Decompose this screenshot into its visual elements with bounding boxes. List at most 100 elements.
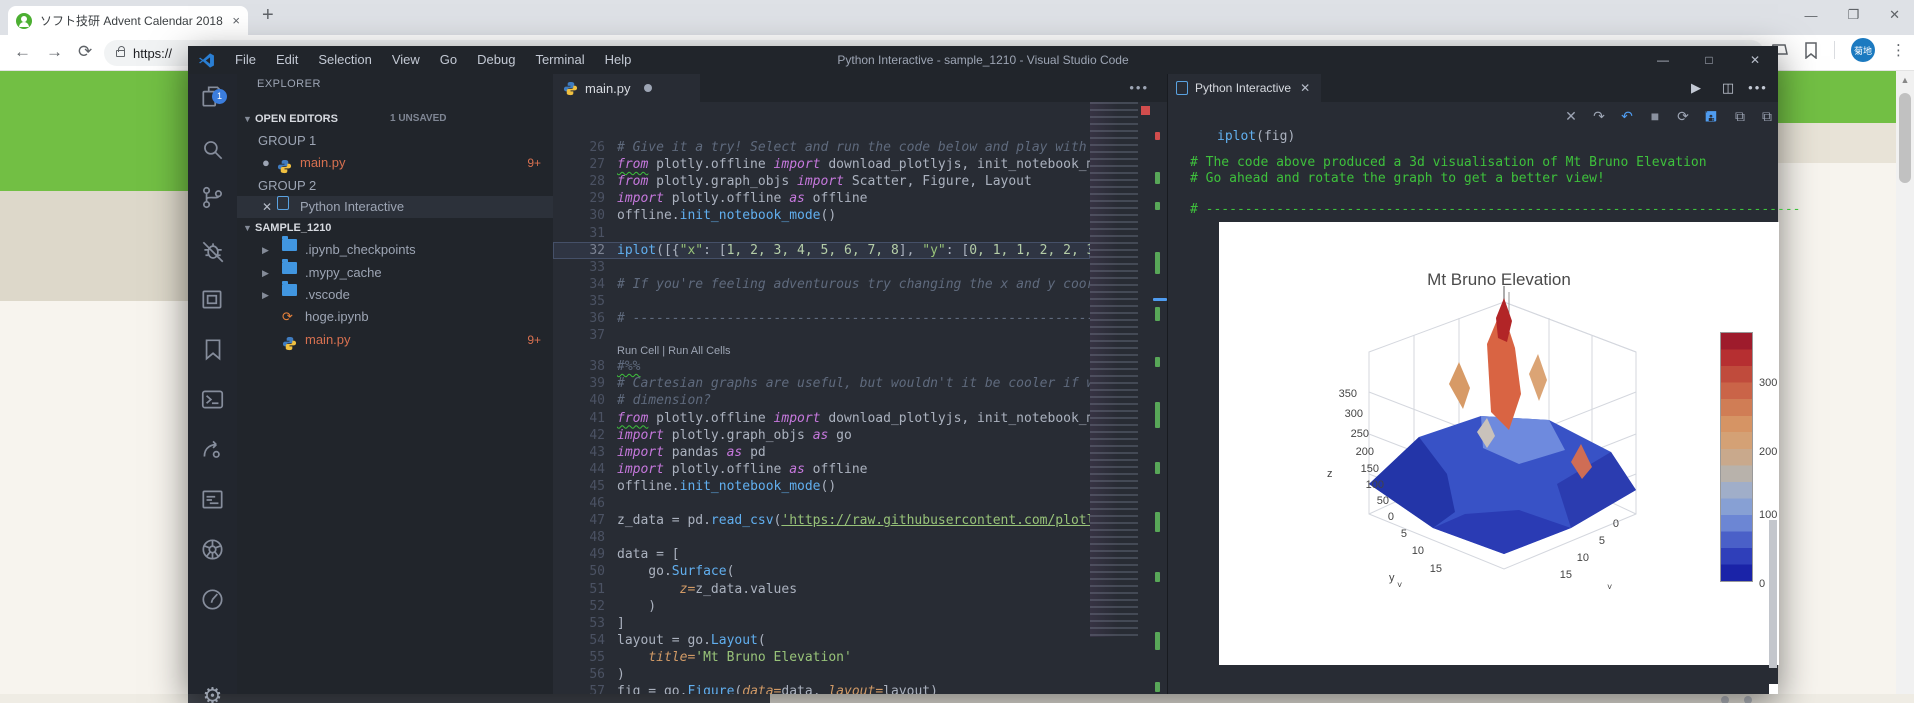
chrome-window-controls: — ❐ ✕	[1804, 0, 1914, 30]
code-line-35: 35	[553, 293, 1090, 310]
line-number: 28	[589, 174, 605, 190]
window-icon[interactable]	[199, 286, 226, 313]
plotly-chart[interactable]: Mt Bruno Elevation z y ˅ ˅ 350 300 250 2…	[1219, 222, 1779, 665]
menu-go[interactable]: Go	[430, 46, 467, 74]
vscode-minimize-button[interactable]: —	[1640, 46, 1686, 74]
sidebar-item--vscode[interactable]: ▶ .vscode	[237, 281, 553, 306]
tab-close-icon[interactable]: ×	[232, 13, 240, 28]
gear-icon[interactable]: ⚙	[199, 682, 226, 703]
sidebar-item-main-py[interactable]: main.py 9+	[237, 329, 553, 351]
save-icon[interactable]: 🖪	[1698, 102, 1724, 130]
axis-arrow-icon: ˅	[1607, 582, 1613, 592]
code-line-39: 39 # Cartesian graphs are useful, but wou…	[553, 375, 1090, 392]
y-axis-arrow-label: y	[1389, 572, 1395, 584]
kubernetes-icon[interactable]	[199, 536, 226, 563]
tab-close-icon[interactable]: ✕	[1300, 81, 1310, 95]
vscode-maximize-button[interactable]: □	[1686, 46, 1732, 74]
chrome-minimize-button[interactable]: —	[1804, 8, 1817, 23]
ruler-mark	[1155, 202, 1160, 210]
tab-label: main.py	[585, 80, 631, 96]
sidebar-item--ipynb-checkpoints[interactable]: ▶ .ipynb_checkpoints	[237, 236, 553, 261]
export-icon[interactable]: ⧉	[1727, 102, 1753, 130]
export-all-icon[interactable]: ⧉	[1754, 102, 1780, 130]
scroll-up-icon[interactable]: ▲	[1896, 75, 1914, 85]
z-axis-tick: 50	[1376, 495, 1389, 507]
vscode-close-button[interactable]: ✕	[1732, 46, 1778, 74]
profile-avatar[interactable]: 菊地	[1851, 38, 1875, 62]
forward-button[interactable]: →	[46, 42, 63, 62]
sidebar-item-main-py[interactable]: ● main.py 9+	[237, 152, 553, 174]
item-label: .ipynb_checkpoints	[305, 242, 416, 257]
output-icon[interactable]	[199, 486, 226, 513]
chevron-icon: ▼	[243, 114, 252, 124]
sidebar-item-group-2[interactable]: GROUP 2	[237, 175, 553, 197]
line-number: 34	[589, 276, 605, 292]
page-dot	[1721, 696, 1729, 703]
new-tab-button[interactable]: +	[262, 4, 274, 27]
activity-bar: 1 ⚙	[188, 74, 237, 703]
terminal-icon[interactable]	[199, 386, 226, 413]
source-control-icon[interactable]	[199, 184, 226, 211]
restart-icon[interactable]: ⟳	[1670, 102, 1696, 130]
unsaved-count: 1 UNSAVED	[390, 113, 447, 124]
split-editor-icon[interactable]: ◫	[1714, 74, 1742, 102]
tab-main-py[interactable]: main.py	[553, 74, 700, 102]
line-number: 32	[589, 242, 605, 258]
undo-icon[interactable]: ↶	[1614, 102, 1640, 130]
back-button[interactable]: ←	[14, 42, 31, 62]
menu-debug[interactable]: Debug	[467, 46, 525, 74]
bookmark-icon[interactable]	[1804, 41, 1818, 59]
panel-more-icon[interactable]: •••	[1744, 74, 1772, 102]
debug-icon[interactable]	[199, 238, 226, 265]
codelens-run-cell[interactable]: Run Cell | Run All Cells	[617, 344, 731, 358]
browser-tab[interactable]: ソフト技研 Advent Calendar 2018 ×	[8, 6, 248, 35]
gauge-icon[interactable]	[199, 586, 226, 613]
chrome-close-button[interactable]: ✕	[1889, 7, 1900, 23]
code-line-43: 43 import pandas as pd	[553, 444, 1090, 461]
menu-file[interactable]: File	[225, 46, 266, 74]
code-line-55: 55 title='Mt Bruno Elevation'	[553, 649, 1090, 666]
tab-python-interactive[interactable]: Python Interactive ✕	[1168, 74, 1321, 102]
vscode-title-bar[interactable]: File Edit Selection View Go Debug Terminal Help…	[188, 46, 1778, 74]
section-open-editors[interactable]: ▼ OPEN EDITORS 1 UNSAVED	[237, 108, 553, 130]
stop-icon[interactable]: ■	[1642, 102, 1668, 130]
line-number: 26	[589, 140, 605, 155]
browser-scrollbar[interactable]: ▲	[1896, 71, 1914, 703]
code-line-51: 51 z=z_data.values	[553, 581, 1090, 598]
item-label: GROUP 2	[258, 178, 317, 193]
menu-view[interactable]: View	[382, 46, 430, 74]
ruler-mark	[1155, 402, 1160, 428]
colorbar-tick: 200	[1759, 446, 1778, 458]
line-number: 49	[589, 547, 605, 563]
y-axis-tick: 15	[1559, 569, 1572, 581]
run-below-icon[interactable]: ▶	[1682, 74, 1710, 102]
run-share-icon[interactable]	[199, 436, 226, 463]
sidebar-item-group-1[interactable]: GROUP 1	[237, 130, 553, 152]
menu-edit[interactable]: Edit	[266, 46, 308, 74]
ruler-mark	[1155, 512, 1160, 532]
chrome-restore-button[interactable]: ❐	[1847, 7, 1859, 23]
sidebar-item-hoge-ipynb[interactable]: ⟳ hoge.ipynb	[237, 306, 553, 328]
sidebar-item-python-interactive[interactable]: ✕ Python Interactive	[237, 196, 553, 218]
interrupt-icon[interactable]: ✕	[1558, 102, 1584, 130]
code-line-38: 38 #%%	[553, 358, 1090, 375]
item-label: Python Interactive	[300, 199, 405, 214]
search-icon[interactable]	[199, 136, 226, 163]
code-line-33: 33	[553, 259, 1090, 276]
browser-menu-icon[interactable]: ⋮	[1891, 41, 1906, 59]
explorer-title: EXPLORER	[257, 78, 321, 90]
bookmark-icon[interactable]	[199, 336, 226, 363]
menu-terminal[interactable]: Terminal	[525, 46, 594, 74]
menu-help[interactable]: Help	[595, 46, 642, 74]
code-editor[interactable]: 26 # Give it a try! Select and run the co…	[553, 102, 1090, 694]
editor-actions-more-icon[interactable]: •••	[1129, 74, 1149, 102]
reload-button[interactable]: ⟳	[78, 42, 92, 62]
menu-selection[interactable]: Selection	[308, 46, 381, 74]
ruler-mark	[1155, 252, 1160, 274]
panel-scrollbar-thumb[interactable]	[1769, 520, 1777, 668]
minimap[interactable]	[1090, 102, 1138, 637]
url-text: https://	[133, 45, 173, 61]
scrollbar-thumb[interactable]	[1899, 93, 1911, 183]
redo-icon[interactable]: ↷	[1586, 102, 1612, 130]
chevron-icon: ▶	[262, 245, 269, 255]
